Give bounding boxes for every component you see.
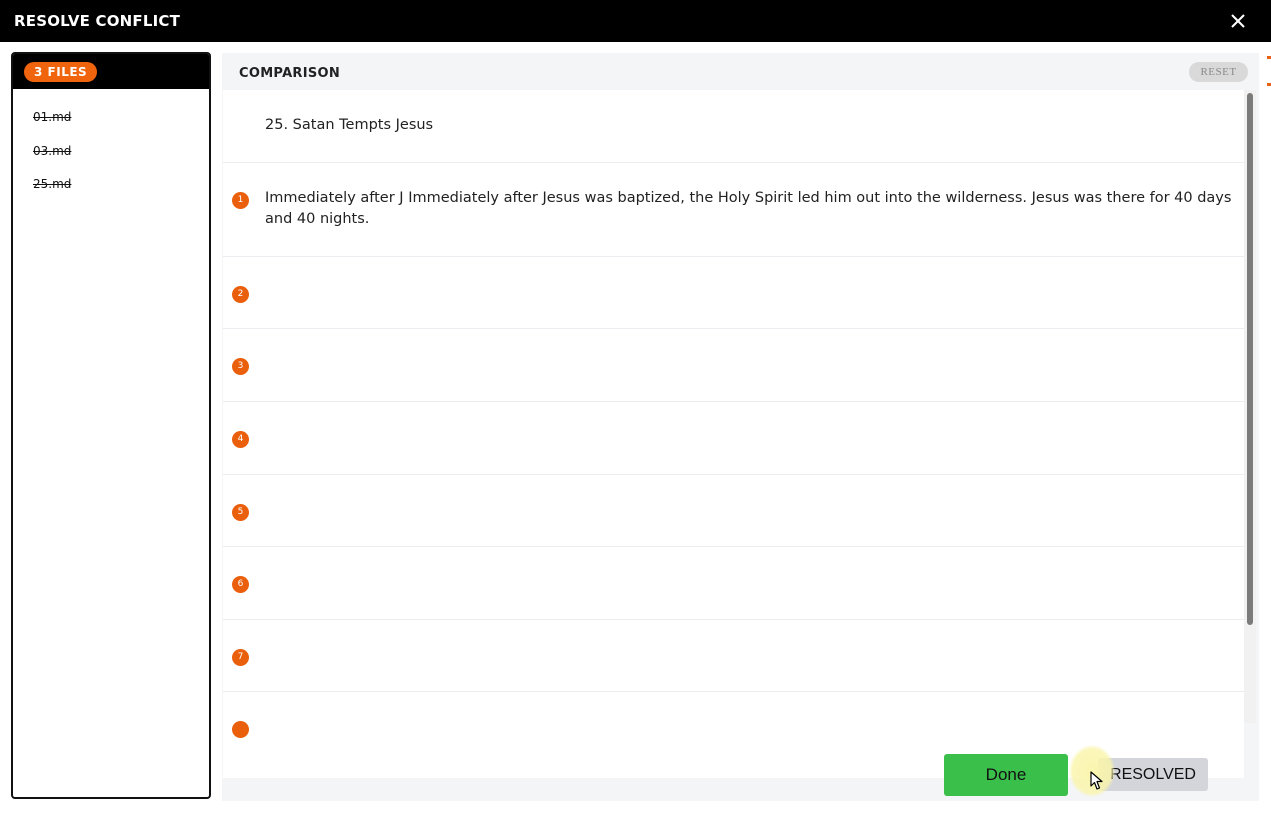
resolved-button[interactable]: RESOLVED xyxy=(1098,758,1208,791)
comparison-footer: Done RESOLVED xyxy=(222,746,1259,801)
conflict-row[interactable]: 1 Immediately after J Immediately after … xyxy=(223,163,1244,257)
edge-accent xyxy=(1267,56,1271,59)
row-number-badge: 5 xyxy=(232,504,249,521)
window-title: RESOLVE CONFLICT xyxy=(14,12,181,30)
scrollbar-track[interactable] xyxy=(1244,90,1256,723)
edge-accent xyxy=(1267,83,1271,86)
row-text[interactable]: Immediately after J Immediately after Je… xyxy=(265,188,1232,230)
comparison-panel: COMPARISON RESET 25. Satan Tempts Jesus … xyxy=(222,53,1259,801)
conflict-row[interactable]: 3 xyxy=(223,329,1244,402)
row-number-badge: 3 xyxy=(232,358,249,375)
row-number-badge: 2 xyxy=(232,286,249,303)
file-item[interactable]: 01.md xyxy=(33,110,71,124)
file-item[interactable]: 03.md xyxy=(33,144,71,158)
title-bar: RESOLVE CONFLICT xyxy=(0,0,1271,42)
row-number-badge: 1 xyxy=(232,192,249,209)
reset-button[interactable]: RESET xyxy=(1189,62,1248,82)
conflict-row[interactable]: 7 xyxy=(223,620,1244,692)
heading-text: 25. Satan Tempts Jesus xyxy=(265,117,434,133)
conflict-row[interactable]: 6 xyxy=(223,547,1244,620)
row-number-badge: 7 xyxy=(232,649,249,666)
comparison-header: COMPARISON RESET xyxy=(222,53,1259,90)
conflict-row[interactable]: 5 xyxy=(223,475,1244,547)
comparison-content: 25. Satan Tempts Jesus 1 Immediately aft… xyxy=(223,90,1244,778)
row-number-badge: 6 xyxy=(232,576,249,593)
row-number-badge-partial xyxy=(232,721,249,738)
file-list-header: 3 FILES xyxy=(13,54,209,89)
row-number-badge: 4 xyxy=(232,431,249,448)
comparison-title: COMPARISON xyxy=(239,66,341,81)
file-item[interactable]: 25.md xyxy=(33,177,71,191)
conflict-row[interactable]: 4 xyxy=(223,402,1244,475)
conflict-row[interactable]: 2 xyxy=(223,257,1244,329)
close-icon[interactable] xyxy=(1227,10,1249,32)
done-button[interactable]: Done xyxy=(944,754,1068,796)
heading-row: 25. Satan Tempts Jesus xyxy=(223,90,1244,163)
file-count-badge: 3 FILES xyxy=(24,62,98,82)
scrollbar-thumb[interactable] xyxy=(1247,93,1253,625)
file-list-panel: 3 FILES 01.md 03.md 25.md xyxy=(11,52,211,799)
conflict-row-partial[interactable] xyxy=(223,692,1244,752)
